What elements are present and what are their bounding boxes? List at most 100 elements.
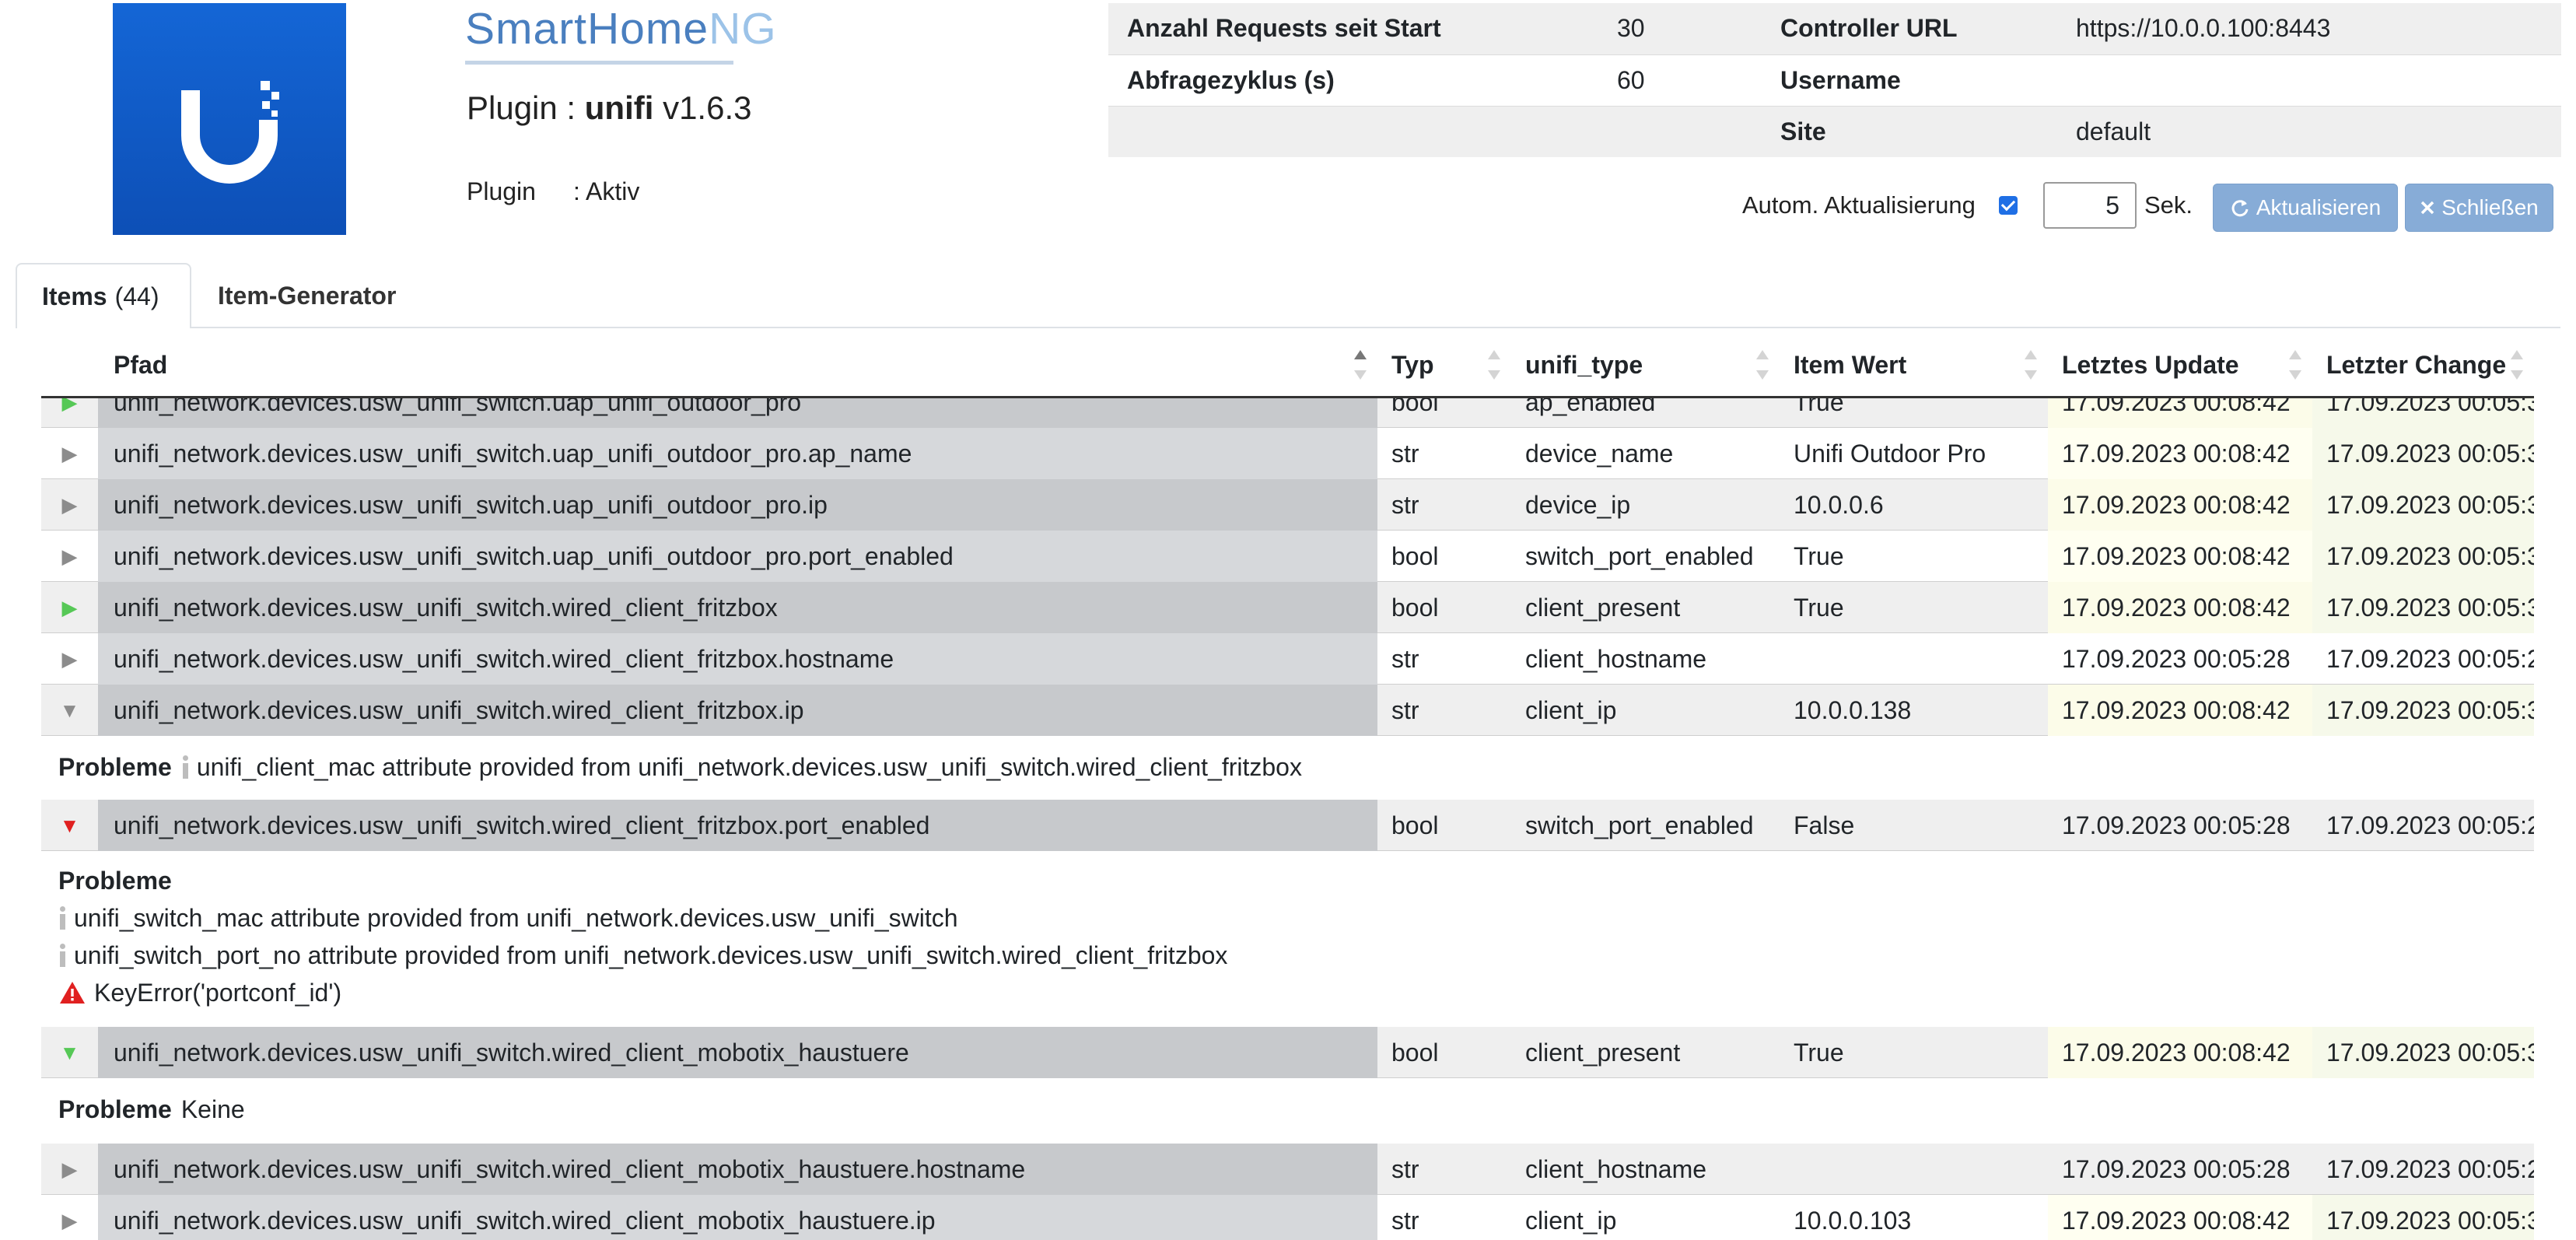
smarthomeng-logo: SmartHomeNG [465, 4, 777, 54]
items-table-body: ▶ unifi_network.devices.usw_unifi_switch… [41, 398, 2534, 1240]
item-last-change: 17.09.2023 00:05:30 [2312, 1195, 2534, 1240]
close-button[interactable]: Schließen [2405, 184, 2553, 232]
column-header-letzter-change[interactable]: Letzter Change [2326, 333, 2534, 397]
item-last-update: 17.09.2023 00:05:28 [2062, 1154, 2291, 1183]
table-row[interactable]: ▶ unifi_network.devices.usw_unifi_switch… [41, 398, 2534, 428]
item-unifi-type: client_hostname [1525, 644, 1707, 673]
item-typ: str [1391, 1154, 1419, 1183]
item-last-update: 17.09.2023 00:05:28 [2062, 644, 2291, 673]
table-row[interactable]: ▼ unifi_network.devices.usw_unifi_switch… [41, 1027, 2534, 1078]
cycle-value: 60 [1598, 54, 1762, 107]
column-header-letztes-update[interactable]: Letztes Update [2062, 333, 2312, 397]
items-table-header: Pfad Typ unifi_type Item Wert Letztes Up… [41, 333, 2534, 398]
item-typ: str [1391, 439, 1419, 468]
refresh-button[interactable]: Aktualisieren [2213, 184, 2398, 232]
info-icon [58, 944, 66, 967]
sort-icon [1756, 350, 1769, 380]
problem-text: KeyError('portconf_id') [94, 978, 342, 1007]
item-last-change: 17.09.2023 00:05:30 [2312, 398, 2534, 428]
table-row[interactable]: ▶ unifi_network.devices.usw_unifi_switch… [41, 428, 2534, 479]
table-row[interactable]: ▼ unifi_network.devices.usw_unifi_switch… [41, 800, 2534, 851]
item-last-change: 17.09.2023 00:05:30 [2312, 582, 2534, 633]
problem-text: unifi_client_mac attribute provided from… [196, 752, 1302, 781]
refresh-icon [2231, 200, 2249, 217]
item-last-update: 17.09.2023 00:08:42 [2048, 479, 2312, 531]
tab-items[interactable]: Items (44) [16, 263, 191, 328]
table-row[interactable]: ▶ unifi_network.devices.usw_unifi_switch… [41, 582, 2534, 633]
row-detail: Probleme Keine [41, 1078, 2534, 1144]
table-row[interactable]: ▶ unifi_network.devices.usw_unifi_switch… [41, 633, 2534, 685]
item-value [1780, 633, 2048, 685]
interval-unit: Sek. [2144, 191, 2193, 219]
tab-item-generator[interactable]: Item-Generator [193, 263, 421, 328]
item-typ: bool [1391, 1038, 1439, 1067]
expand-right-icon[interactable]: ▶ [41, 398, 98, 428]
item-value: True [1794, 398, 1844, 416]
item-path: unifi_network.devices.usw_unifi_switch.u… [98, 428, 1377, 479]
table-row[interactable]: ▶ unifi_network.devices.usw_unifi_switch… [41, 479, 2534, 531]
expand-right-icon[interactable]: ▶ [41, 428, 98, 479]
item-typ: str [1391, 695, 1419, 724]
item-last-update: 17.09.2023 00:08:42 [2048, 582, 2312, 633]
item-value: 10.0.0.138 [1794, 695, 1912, 724]
item-typ: bool [1391, 541, 1439, 570]
tab-divider [16, 327, 2560, 328]
collapse-down-icon[interactable]: ▼ [41, 1027, 98, 1078]
table-row[interactable]: ▼ unifi_network.devices.usw_unifi_switch… [41, 685, 2534, 736]
table-row[interactable]: ▶ unifi_network.devices.usw_unifi_switch… [41, 531, 2534, 582]
item-typ: str [1391, 490, 1419, 519]
item-value: True [1794, 593, 1844, 622]
expand-right-icon[interactable]: ▶ [41, 582, 98, 633]
problem-text: unifi_switch_mac attribute provided from… [74, 903, 958, 932]
item-last-update: 17.09.2023 00:05:28 [2062, 811, 2291, 839]
column-header-unifi-type[interactable]: unifi_type [1525, 333, 1780, 397]
item-path: unifi_network.devices.usw_unifi_switch.w… [98, 1027, 1377, 1078]
item-last-change: 17.09.2023 00:05:28 [2326, 644, 2534, 673]
table-row[interactable]: ▶ unifi_network.devices.usw_unifi_switch… [41, 1144, 2534, 1195]
username-label: Username [1762, 54, 2057, 107]
expand-right-icon[interactable]: ▶ [41, 1144, 98, 1195]
problems-label: Probleme [58, 866, 172, 895]
interval-input[interactable]: 5 [2043, 182, 2137, 229]
sort-icon [1354, 350, 1367, 380]
column-header-item-wert[interactable]: Item Wert [1794, 333, 2048, 397]
item-last-change: 17.09.2023 00:05:30 [2312, 685, 2534, 736]
problem-text: unifi_switch_port_no attribute provided … [74, 941, 1228, 969]
table-row[interactable]: ▶ unifi_network.devices.usw_unifi_switch… [41, 1195, 2534, 1240]
item-value: False [1794, 811, 1855, 839]
problems-label: Probleme [58, 1095, 172, 1123]
column-header-pfad[interactable]: Pfad [114, 333, 1377, 397]
collapse-down-icon[interactable]: ▼ [41, 800, 98, 851]
row-detail: Probleme unifi_switch_mac attribute prov… [41, 851, 2534, 1027]
expand-right-icon[interactable]: ▶ [41, 531, 98, 582]
plugin-status: Plugin: Aktiv [467, 177, 640, 205]
sort-icon [1488, 350, 1500, 380]
expand-right-icon[interactable]: ▶ [41, 1195, 98, 1240]
item-typ: bool [1391, 811, 1439, 839]
requests-value: 30 [1598, 3, 1762, 54]
site-value: default [2057, 106, 2561, 157]
requests-label: Anzahl Requests seit Start [1108, 3, 1598, 54]
item-last-change: 17.09.2023 00:05:28 [2326, 811, 2534, 839]
sort-icon [2289, 350, 2301, 380]
item-path: unifi_network.devices.usw_unifi_switch.w… [98, 633, 1377, 685]
expand-right-icon[interactable]: ▶ [41, 479, 98, 531]
sort-icon [2025, 350, 2037, 380]
item-value: 10.0.0.6 [1794, 490, 1884, 519]
column-header-typ[interactable]: Typ [1391, 333, 1511, 397]
controller-url-label: Controller URL [1762, 3, 2057, 54]
item-value: True [1794, 541, 1844, 570]
item-path: unifi_network.devices.usw_unifi_switch.u… [98, 479, 1377, 531]
item-last-change: 17.09.2023 00:05:30 [2312, 531, 2534, 582]
item-last-update: 17.09.2023 00:08:42 [2048, 531, 2312, 582]
item-unifi-type: switch_port_enabled [1525, 541, 1754, 570]
plugin-title: Plugin : unifi v1.6.3 [467, 89, 752, 126]
expand-right-icon[interactable]: ▶ [41, 633, 98, 685]
item-last-update: 17.09.2023 00:08:42 [2048, 1195, 2312, 1240]
item-unifi-type: client_hostname [1525, 1154, 1707, 1183]
collapse-down-icon[interactable]: ▼ [41, 685, 98, 736]
item-last-update: 17.09.2023 00:08:42 [2048, 685, 2312, 736]
auto-update-checkbox[interactable] [1999, 196, 2018, 215]
info-icon [58, 906, 66, 930]
item-unifi-type: ap_enabled [1525, 398, 1656, 416]
